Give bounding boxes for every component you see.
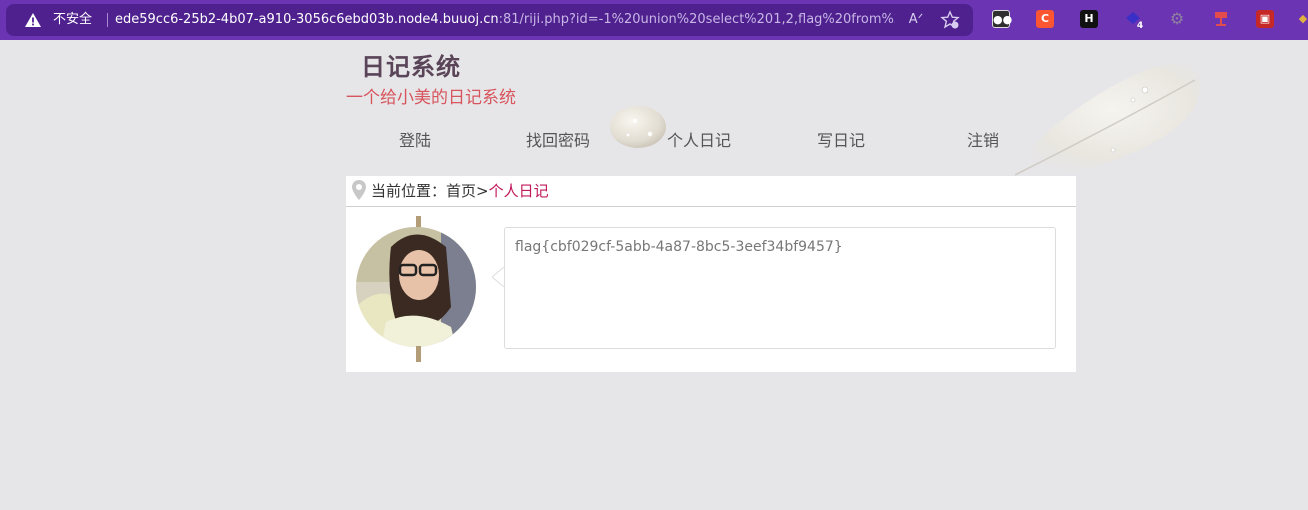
breadcrumb-prefix[interactable]: 当前位置：首页>: [371, 182, 489, 200]
avatar: [356, 227, 476, 347]
feather-decoration: [1005, 63, 1201, 181]
gear-icon[interactable]: ⚙: [1168, 10, 1186, 28]
url-path: :81/riji.php?id=-1%20union%20select%201,…: [498, 12, 895, 27]
location-pin-icon: [352, 180, 366, 200]
breadcrumb-text: 当前位置：首页>个人日记: [371, 181, 549, 201]
nav-item-recover-password[interactable]: 找回密码: [526, 130, 590, 152]
browser-toolbar: 不安全 ede59cc6-25b2-4b07-a910-3056c6ebd03b…: [0, 0, 1308, 40]
breadcrumb-current: 个人日记: [488, 182, 549, 200]
translate-icon[interactable]: [1212, 10, 1230, 28]
tampermonkey-icon[interactable]: ●●: [992, 10, 1012, 28]
breadcrumb: 当前位置：首页>个人日记: [346, 176, 1076, 207]
url-text[interactable]: ede59cc6-25b2-4b07-a910-3056c6ebd03b.nod…: [115, 12, 895, 28]
hackbar-icon[interactable]: H: [1080, 10, 1098, 28]
timeline-bar-bottom: [416, 346, 421, 362]
nav-item-my-diary[interactable]: 个人日记: [667, 130, 731, 152]
site-title: 日记系统: [361, 53, 461, 81]
site-subtitle: 一个给小美的日记系统: [346, 88, 516, 108]
content-panel: 当前位置：首页>个人日记 flag{cbf029cf-5abb-4a87-8bc…: [346, 176, 1076, 372]
read-aloud-icon[interactable]: Aᐟ: [906, 10, 926, 30]
nav-item-login[interactable]: 登陆: [399, 130, 431, 152]
extension-badge: 4: [1136, 21, 1144, 31]
address-bar[interactable]: 不安全 ede59cc6-25b2-4b07-a910-3056c6ebd03b…: [6, 4, 973, 36]
stone-decoration: [610, 106, 666, 148]
security-label[interactable]: 不安全: [53, 12, 92, 28]
favorite-icon[interactable]: [940, 10, 960, 30]
divider: [107, 13, 108, 27]
cube-icon[interactable]: ▣: [1256, 10, 1274, 28]
diary-content: flag{cbf029cf-5abb-4a87-8bc5-3eef34bf945…: [515, 239, 843, 255]
puzzle-icon[interactable]: ◆: [1298, 10, 1308, 28]
warning-icon[interactable]: [24, 12, 42, 28]
nav-item-write-diary[interactable]: 写日记: [817, 130, 865, 152]
url-host: ede59cc6-25b2-4b07-a910-3056c6ebd03b.nod…: [115, 12, 499, 27]
bubble-pointer: [492, 267, 504, 287]
diary-entry: flag{cbf029cf-5abb-4a87-8bc5-3eef34bf945…: [504, 227, 1056, 349]
nav-item-logout[interactable]: 注销: [967, 130, 999, 152]
csdn-icon[interactable]: C: [1036, 10, 1054, 28]
